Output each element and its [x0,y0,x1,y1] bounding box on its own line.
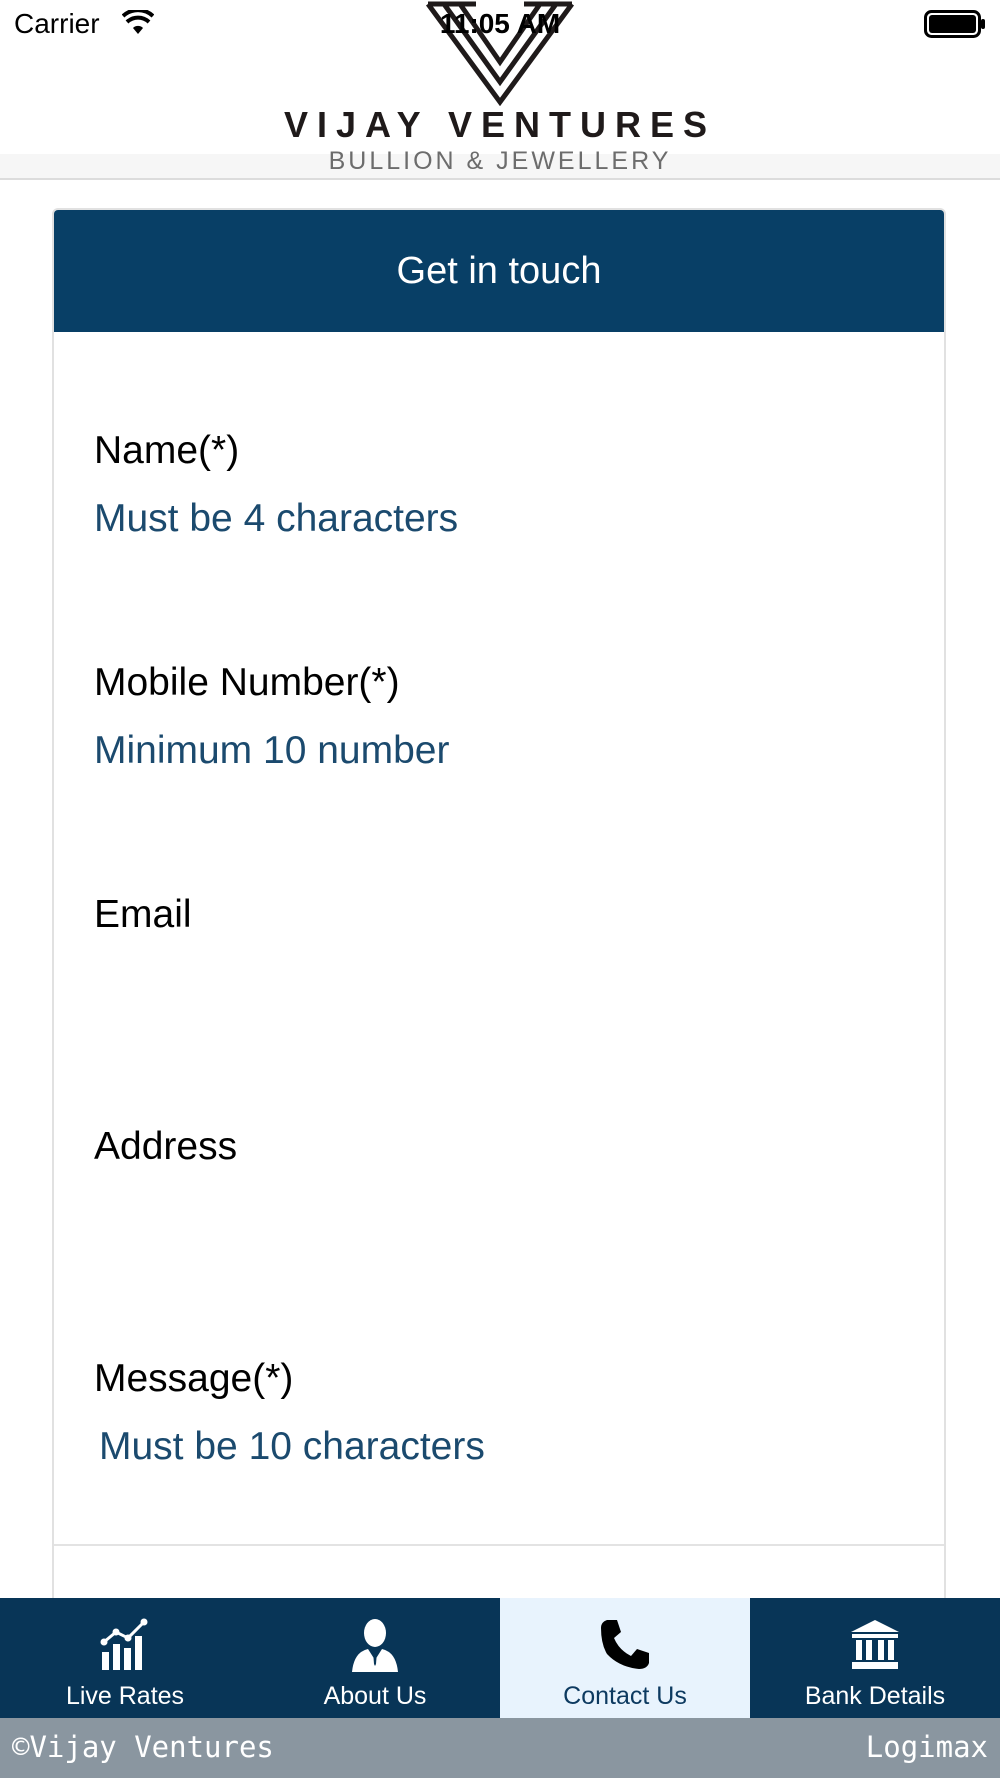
brand-tagline: BULLION & JEWELLERY [328,147,672,175]
brand-name: VIJAY VENTURES [283,104,717,145]
name-label: Name(*) [94,429,240,472]
mobile-field[interactable]: Mobile Number(*) Minimum 10 number [94,660,894,774]
battery-icon [924,10,985,38]
bank-icon [851,1620,899,1669]
status-bar: Carrier 11:05 AM [0,0,1000,50]
name-hint: Must be 4 characters [94,497,459,540]
copyright-text: ©Vijay Ventures [12,1730,274,1764]
phone-icon [601,1620,649,1669]
person-icon [352,1619,398,1672]
message-label: Message(*) [94,1357,294,1400]
form-title: Get in touch [54,210,944,332]
tab-about-us-label: About Us [323,1682,427,1710]
tab-bank-details-label: Bank Details [804,1682,946,1710]
message-hint: Must be 10 characters [99,1425,485,1468]
address-label: Address [94,1125,238,1168]
mobile-hint: Minimum 10 number [94,729,450,772]
tab-contact-us[interactable]: Contact Us [500,1598,750,1718]
developer-credit: Logimax [865,1730,988,1764]
tab-live-rates[interactable]: Live Rates [0,1598,250,1718]
contact-form-card: Get in touch Name(*) Must be 4 character… [52,208,946,1608]
tab-about-us[interactable]: About Us [250,1598,500,1718]
tab-live-rates-label: Live Rates [65,1682,185,1710]
message-field[interactable]: Message(*) Must be 10 characters [94,1356,894,1470]
address-field[interactable]: Address [94,1124,894,1170]
card-divider [54,1544,944,1546]
footer: ©Vijay Ventures Logimax [0,1718,1000,1778]
mobile-label: Mobile Number(*) [94,661,400,704]
email-label: Email [94,893,192,936]
tab-bank-details[interactable]: Bank Details [750,1598,1000,1718]
tab-bar: Live Rates About Us Contact Us Bank Deta… [0,1598,1000,1718]
email-field[interactable]: Email [94,892,894,938]
name-field[interactable]: Name(*) Must be 4 characters [94,428,894,542]
status-time: 11:05 AM [439,8,561,39]
tab-contact-us-label: Contact Us [563,1682,687,1710]
chart-icon [100,1618,148,1670]
